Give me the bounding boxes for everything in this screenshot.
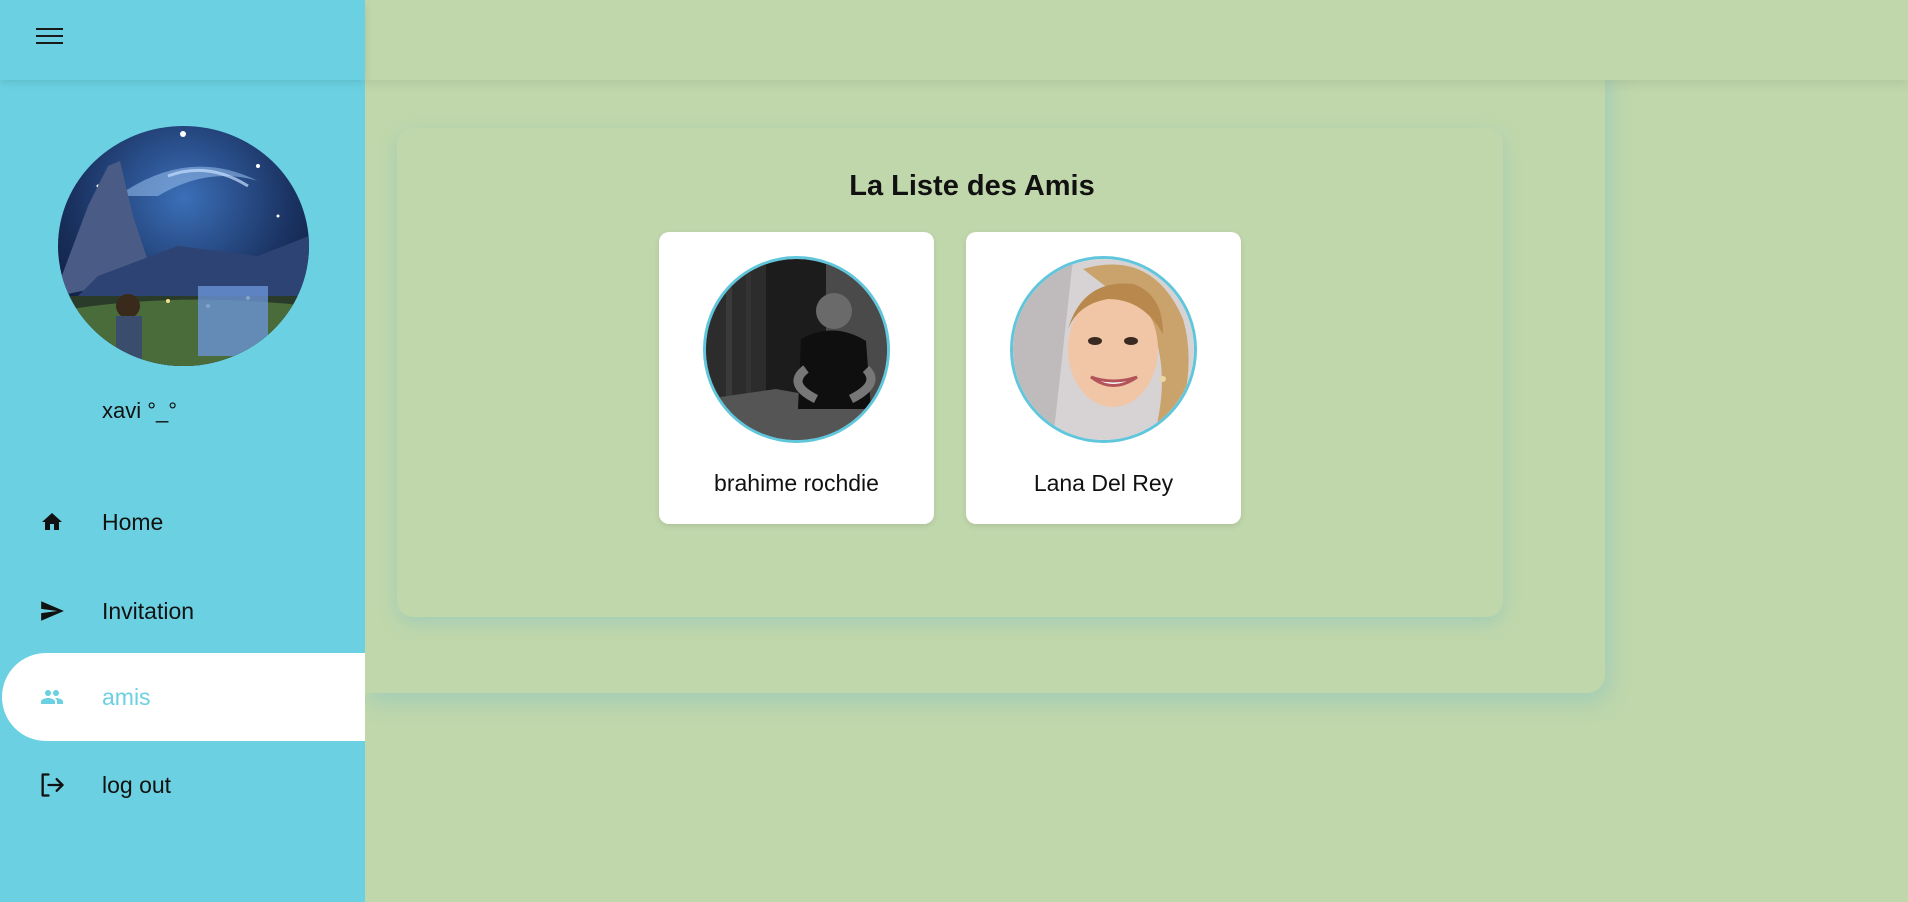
- friend-name: brahime rochdie: [714, 470, 879, 496]
- sidebar-item-label: Home: [102, 508, 164, 535]
- people-icon: [37, 682, 67, 712]
- sidebar-item-amis[interactable]: amis: [2, 653, 365, 741]
- sidebar: xavi °_° Home Invitation amis log out: [0, 0, 365, 902]
- profile-name: xavi °_°: [102, 398, 178, 423]
- send-icon: [37, 596, 67, 626]
- friend-avatar: [703, 256, 890, 443]
- friend-card[interactable]: Lana Del Rey: [966, 232, 1241, 524]
- hamburger-menu-icon[interactable]: [36, 22, 68, 50]
- friend-card[interactable]: brahime rochdie: [659, 232, 934, 524]
- logout-icon: [37, 770, 67, 800]
- sidebar-item-home[interactable]: Home: [0, 478, 365, 566]
- friends-list-panel: La Liste des Amis brahime rochdie Lana D…: [397, 128, 1503, 617]
- sidebar-item-label: amis: [102, 683, 151, 710]
- sidebar-item-label: log out: [102, 771, 172, 798]
- friend-avatar: [1010, 256, 1197, 443]
- profile-avatar[interactable]: [58, 126, 309, 366]
- friend-name: Lana Del Rey: [1033, 470, 1174, 496]
- sidebar-header: [0, 0, 365, 80]
- home-icon: [37, 507, 67, 537]
- sidebar-item-logout[interactable]: log out: [0, 741, 365, 829]
- sidebar-item-invitation[interactable]: Invitation: [0, 567, 365, 655]
- sidebar-item-label: Invitation: [102, 597, 195, 624]
- top-bar: [365, 0, 1908, 80]
- page-title: La Liste des Amis: [849, 170, 1095, 202]
